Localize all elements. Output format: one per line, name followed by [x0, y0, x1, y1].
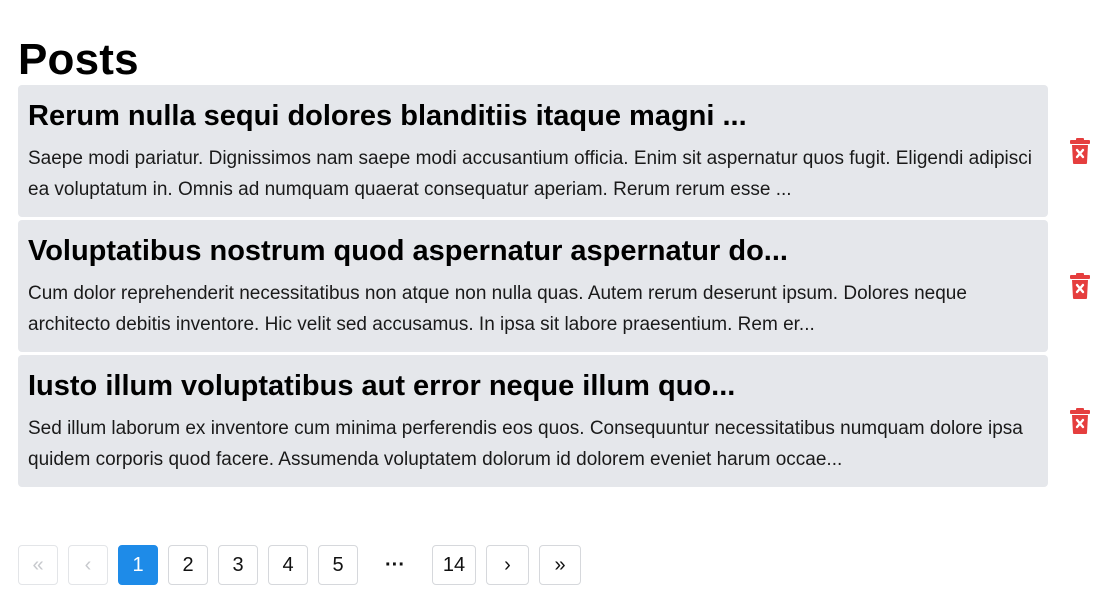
page-title: Posts: [18, 35, 139, 84]
post-card[interactable]: Voluptatibus nostrum quod aspernatur asp…: [18, 220, 1048, 352]
pagination: « ‹ 1 2 3 4 5 ··· 14 › »: [18, 545, 591, 585]
page-button-1[interactable]: 1: [118, 545, 158, 585]
delete-post-button[interactable]: [1067, 271, 1093, 301]
post-title: Rerum nulla sequi dolores blanditiis ita…: [28, 100, 747, 132]
posts-list: Rerum nulla sequi dolores blanditiis ita…: [18, 85, 1093, 490]
page-button-last[interactable]: 14: [432, 545, 476, 585]
post-excerpt: Sed illum laborum ex inventore cum minim…: [28, 418, 1023, 470]
page-button-3[interactable]: 3: [218, 545, 258, 585]
post-excerpt: Cum dolor reprehenderit necessitatibus n…: [28, 283, 967, 335]
post-title: Voluptatibus nostrum quod aspernatur asp…: [28, 235, 788, 267]
pagination-ellipsis: ···: [385, 553, 405, 576]
trash-icon: [1070, 138, 1090, 164]
last-page-button[interactable]: »: [539, 545, 581, 585]
trash-icon: [1070, 273, 1090, 299]
post-card[interactable]: Iusto illum voluptatibus aut error neque…: [18, 355, 1048, 487]
post-row: Rerum nulla sequi dolores blanditiis ita…: [18, 85, 1093, 217]
posts-page: Posts Rerum nulla sequi dolores blanditi…: [0, 0, 1095, 595]
first-page-button[interactable]: «: [18, 545, 58, 585]
trash-icon: [1070, 408, 1090, 434]
page-button-4[interactable]: 4: [268, 545, 308, 585]
delete-post-button[interactable]: [1067, 136, 1093, 166]
next-page-button[interactable]: ›: [486, 545, 529, 585]
delete-post-button[interactable]: [1067, 406, 1093, 436]
post-row: Iusto illum voluptatibus aut error neque…: [18, 355, 1093, 487]
post-title: Iusto illum voluptatibus aut error neque…: [28, 370, 736, 402]
page-button-2[interactable]: 2: [168, 545, 208, 585]
post-row: Voluptatibus nostrum quod aspernatur asp…: [18, 220, 1093, 352]
prev-page-button[interactable]: ‹: [68, 545, 108, 585]
page-button-5[interactable]: 5: [318, 545, 358, 585]
post-excerpt: Saepe modi pariatur. Dignissimos nam sae…: [28, 148, 1032, 200]
post-card[interactable]: Rerum nulla sequi dolores blanditiis ita…: [18, 85, 1048, 217]
